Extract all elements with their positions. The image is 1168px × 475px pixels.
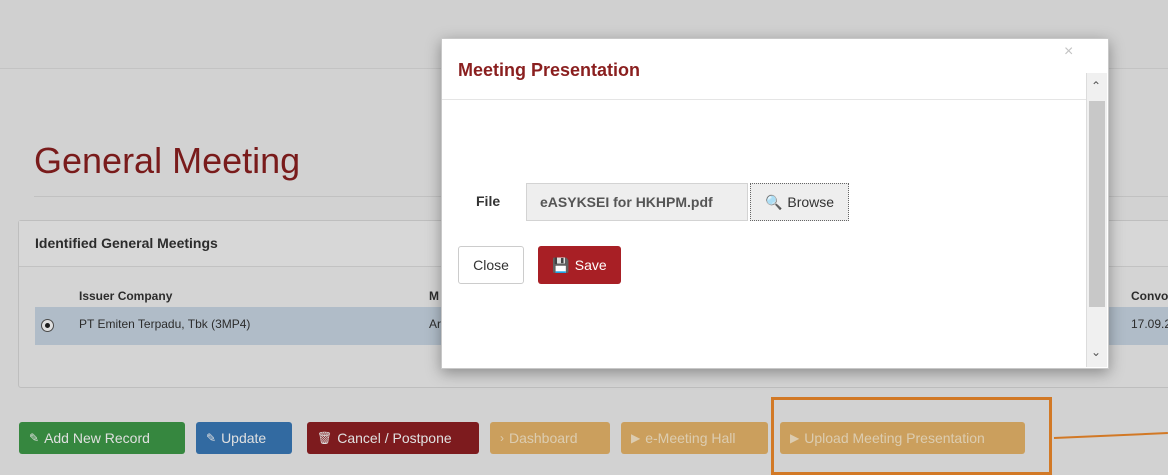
save-label: Save: [574, 257, 607, 273]
meeting-presentation-modal: Meeting Presentation × File eASYKSEI for…: [441, 38, 1109, 369]
file-name-field[interactable]: eASYKSEI for HKHPM.pdf: [526, 183, 748, 221]
browse-label: Browse: [787, 194, 835, 210]
file-label: File: [476, 193, 501, 209]
modal-title: Meeting Presentation: [458, 60, 641, 80]
browse-button[interactable]: 🔍 Browse: [750, 183, 849, 221]
close-icon[interactable]: ×: [1064, 43, 1073, 61]
scroll-down-icon[interactable]: ⌄: [1091, 345, 1101, 359]
modal-header-divider: [442, 99, 1088, 100]
scrollbar-thumb[interactable]: [1089, 101, 1105, 307]
close-button[interactable]: Close: [458, 246, 524, 284]
save-button[interactable]: 💾 Save: [538, 246, 621, 284]
search-icon: 🔍: [764, 193, 783, 210]
save-icon: 💾: [552, 256, 570, 273]
modal-scrollbar[interactable]: ⌃ ⌄: [1086, 73, 1107, 367]
scroll-up-icon[interactable]: ⌃: [1091, 79, 1101, 93]
